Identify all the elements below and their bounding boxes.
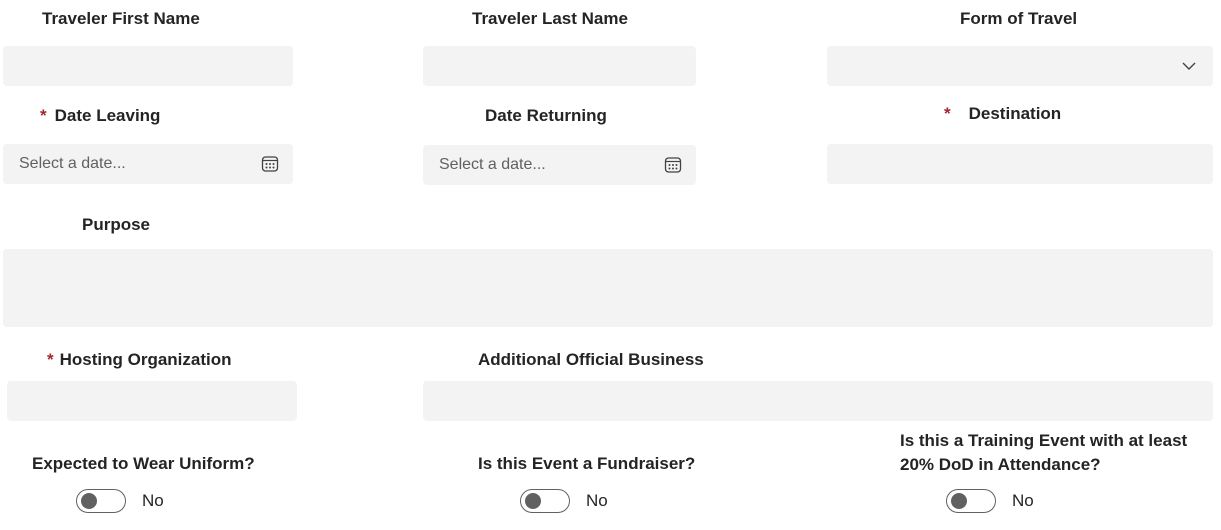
required-marker: * (944, 104, 951, 123)
destination-label: * Destination (944, 104, 1061, 124)
uniform-label: Expected to Wear Uniform? (32, 454, 255, 473)
form-of-travel-label: Form of Travel (960, 9, 1078, 28)
date-returning-label: Date Returning (485, 106, 607, 125)
date-leaving-picker[interactable]: Select a date... (3, 144, 293, 184)
fundraiser-toggle[interactable] (520, 489, 570, 513)
date-returning-placeholder: Select a date... (439, 156, 546, 173)
toggle-knob (81, 493, 97, 509)
date-leaving-label: * Date Leaving (40, 106, 160, 126)
form-of-travel-dropdown[interactable] (827, 46, 1213, 86)
training-toggle-state: No (1012, 491, 1034, 510)
required-marker: * (40, 106, 47, 125)
required-marker: * (47, 350, 54, 369)
destination-label-text: Destination (968, 104, 1062, 123)
toggle-knob (951, 493, 967, 509)
hosting-org-input[interactable] (7, 381, 297, 421)
first-name-label: Traveler First Name (42, 9, 200, 28)
uniform-toggle-group: No (76, 488, 164, 514)
chevron-down-icon (1182, 62, 1196, 70)
calendar-icon[interactable] (664, 156, 682, 174)
additional-business-label: Additional Official Business (478, 350, 704, 369)
additional-business-input[interactable] (423, 381, 1213, 421)
first-name-input[interactable] (3, 46, 293, 86)
training-label: Is this a Training Event with at least 2… (900, 431, 1188, 474)
uniform-toggle-state: No (142, 491, 164, 510)
toggle-knob (525, 493, 541, 509)
last-name-label: Traveler Last Name (472, 9, 628, 28)
uniform-toggle[interactable] (76, 489, 126, 513)
hosting-org-label-text: Hosting Organization (59, 350, 232, 369)
calendar-icon[interactable] (261, 155, 279, 173)
hosting-org-label: * Hosting Organization (47, 350, 232, 370)
date-returning-picker[interactable]: Select a date... (423, 145, 696, 185)
fundraiser-toggle-group: No (520, 488, 608, 514)
last-name-input[interactable] (423, 46, 696, 86)
training-toggle[interactable] (946, 489, 996, 513)
purpose-textarea[interactable] (3, 249, 1213, 327)
date-leaving-label-text: Date Leaving (54, 106, 161, 125)
date-leaving-placeholder: Select a date... (19, 155, 126, 172)
destination-input[interactable] (827, 144, 1213, 184)
fundraiser-toggle-state: No (586, 491, 608, 510)
training-toggle-group: No (946, 488, 1034, 514)
fundraiser-label: Is this Event a Fundraiser? (478, 454, 696, 473)
purpose-label: Purpose (82, 215, 151, 234)
